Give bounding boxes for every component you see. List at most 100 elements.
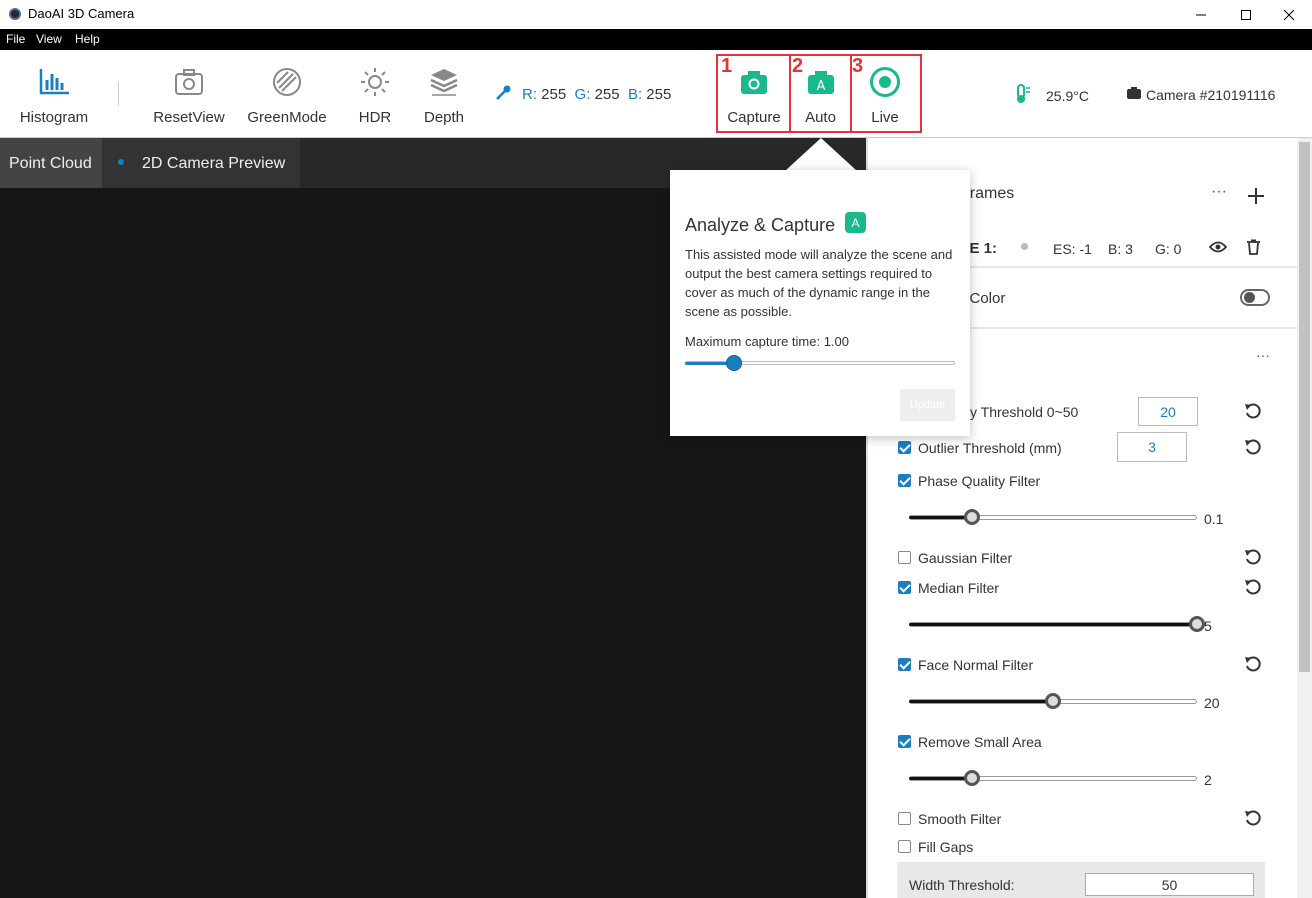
g-label: G:: [574, 86, 591, 103]
g-value: 255: [594, 86, 620, 103]
resetview-button[interactable]: ResetView: [149, 50, 229, 138]
slider-fill: [909, 623, 1197, 626]
face-normal-value: 20: [1204, 695, 1220, 711]
window-title: DaoAI 3D Camera: [28, 6, 135, 21]
reset-icon[interactable]: [1244, 809, 1262, 827]
eye-icon[interactable]: [1208, 240, 1228, 259]
color-toggle[interactable]: [1240, 289, 1270, 306]
threshold-label: y Threshold 0~50: [970, 404, 1079, 420]
reset-icon[interactable]: [1244, 548, 1262, 566]
slider-thumb[interactable]: [964, 509, 980, 525]
width-threshold-row: Width Threshold: 50: [897, 862, 1265, 898]
outlier-input[interactable]: 3: [1117, 432, 1187, 462]
face-normal-label: Face Normal Filter: [918, 657, 1034, 673]
slider-fill: [909, 700, 1053, 703]
temperature-value: 25.9°C: [1046, 88, 1089, 104]
popup-description: This assisted mode will analyze the scen…: [685, 247, 953, 319]
active-tab-dot: [118, 159, 124, 165]
thermometer-icon: [1014, 84, 1032, 109]
b-value: 255: [646, 86, 672, 103]
depth-label: Depth: [423, 109, 465, 126]
slider-fill: [909, 516, 972, 519]
slider-thumb[interactable]: [1189, 616, 1205, 632]
fill-gaps-checkbox[interactable]: [898, 840, 911, 853]
phase-quality-checkbox[interactable]: [898, 474, 911, 487]
annotation-marker-3: 3: [852, 55, 864, 77]
max-capture-time-label: Maximum capture time: 1.00: [685, 334, 850, 349]
greenmode-button[interactable]: GreenMode: [246, 50, 328, 138]
rgb-readout: R: 255 G: 255 B: 255: [522, 86, 671, 103]
frame-es: ES: -1: [1053, 241, 1092, 257]
slider-thumb[interactable]: [964, 770, 980, 786]
layers-icon: [428, 64, 460, 100]
tab-2d-camera-preview[interactable]: 2D Camera Preview: [102, 138, 300, 188]
fill-gaps-label: Fill Gaps: [918, 839, 974, 855]
gaussian-label: Gaussian Filter: [918, 550, 1013, 566]
threshold-input[interactable]: 20: [1138, 397, 1198, 426]
median-label: Median Filter: [918, 580, 999, 596]
outlier-label: Outlier Threshold (mm): [918, 440, 1062, 456]
add-frame-icon[interactable]: [1247, 187, 1265, 210]
slider-thumb[interactable]: [1045, 693, 1061, 709]
annotation-marker-1: 1: [721, 55, 733, 77]
phase-quality-label: Phase Quality Filter: [918, 473, 1041, 489]
reset-icon[interactable]: [1244, 655, 1262, 673]
histogram-icon: [37, 64, 71, 100]
gaussian-checkbox[interactable]: [898, 551, 911, 564]
frames-more-icon[interactable]: ···: [1211, 183, 1227, 201]
trash-icon[interactable]: [1246, 239, 1261, 260]
popup-title: Analyze & Capture: [685, 215, 836, 235]
phase-quality-value: 0.1: [1204, 511, 1224, 527]
remove-small-area-label: Remove Small Area: [918, 734, 1042, 750]
width-threshold-input[interactable]: 50: [1085, 873, 1254, 896]
tab-point-cloud[interactable]: Point Cloud: [0, 138, 102, 188]
reset-icon[interactable]: [1244, 402, 1262, 420]
r-label: R:: [522, 86, 537, 103]
maximize-button[interactable]: [1223, 0, 1269, 29]
histogram-label: Histogram: [19, 109, 89, 126]
median-checkbox[interactable]: [898, 581, 911, 594]
hdr-label: HDR: [358, 109, 392, 126]
camera-reset-icon: [173, 64, 205, 100]
menu-view[interactable]: View: [36, 32, 62, 46]
slider-fill: [909, 777, 972, 780]
panel-scrollbar-thumb[interactable]: [1299, 142, 1310, 672]
b-label: B:: [627, 86, 643, 103]
width-threshold-label: Width Threshold:: [909, 877, 1015, 893]
reset-icon[interactable]: [1244, 578, 1262, 596]
toolbar-divider: [118, 82, 119, 106]
menu-bar: File View Help: [0, 29, 1312, 50]
analyze-capture-popup: Analyze & Capture A This assisted mode w…: [670, 170, 970, 436]
annotation-marker-2: 2: [792, 55, 804, 77]
title-bar: DaoAI 3D Camera: [0, 0, 1312, 29]
outlier-checkbox[interactable]: [898, 441, 911, 454]
camera-small-icon: [1126, 86, 1142, 105]
slider-thumb[interactable]: [726, 355, 742, 371]
app-logo-icon: [9, 8, 21, 20]
depth-button[interactable]: Depth: [418, 50, 470, 138]
sun-icon: [359, 64, 391, 100]
reset-icon[interactable]: [1244, 438, 1262, 456]
update-button[interactable]: Update: [900, 389, 955, 421]
eyedropper-icon[interactable]: [494, 84, 512, 107]
face-normal-checkbox[interactable]: [898, 658, 911, 671]
minimize-button[interactable]: [1178, 0, 1224, 29]
filters-more-icon[interactable]: ···: [1256, 347, 1270, 363]
popup-pointer: [785, 138, 857, 171]
menu-help[interactable]: Help: [75, 32, 100, 46]
tab-2d-camera-preview-label: 2D Camera Preview: [142, 155, 286, 172]
hdr-button[interactable]: HDR: [350, 50, 400, 138]
toolbar: Histogram ResetView GreenMode HDR Depth …: [0, 50, 1312, 138]
auto-badge-icon: A: [845, 212, 866, 233]
smooth-filter-checkbox[interactable]: [898, 812, 911, 825]
greenmode-icon: [271, 64, 303, 100]
close-button[interactable]: [1266, 0, 1312, 29]
remove-small-area-checkbox[interactable]: [898, 735, 911, 748]
remove-small-area-value: 2: [1204, 772, 1212, 788]
camera-id: Camera #210191116: [1146, 87, 1276, 103]
frame-g: G: 0: [1155, 241, 1182, 257]
median-value: 5: [1204, 618, 1212, 634]
greenmode-label: GreenMode: [247, 109, 327, 126]
histogram-button[interactable]: Histogram: [14, 50, 94, 138]
menu-file[interactable]: File: [6, 32, 25, 46]
